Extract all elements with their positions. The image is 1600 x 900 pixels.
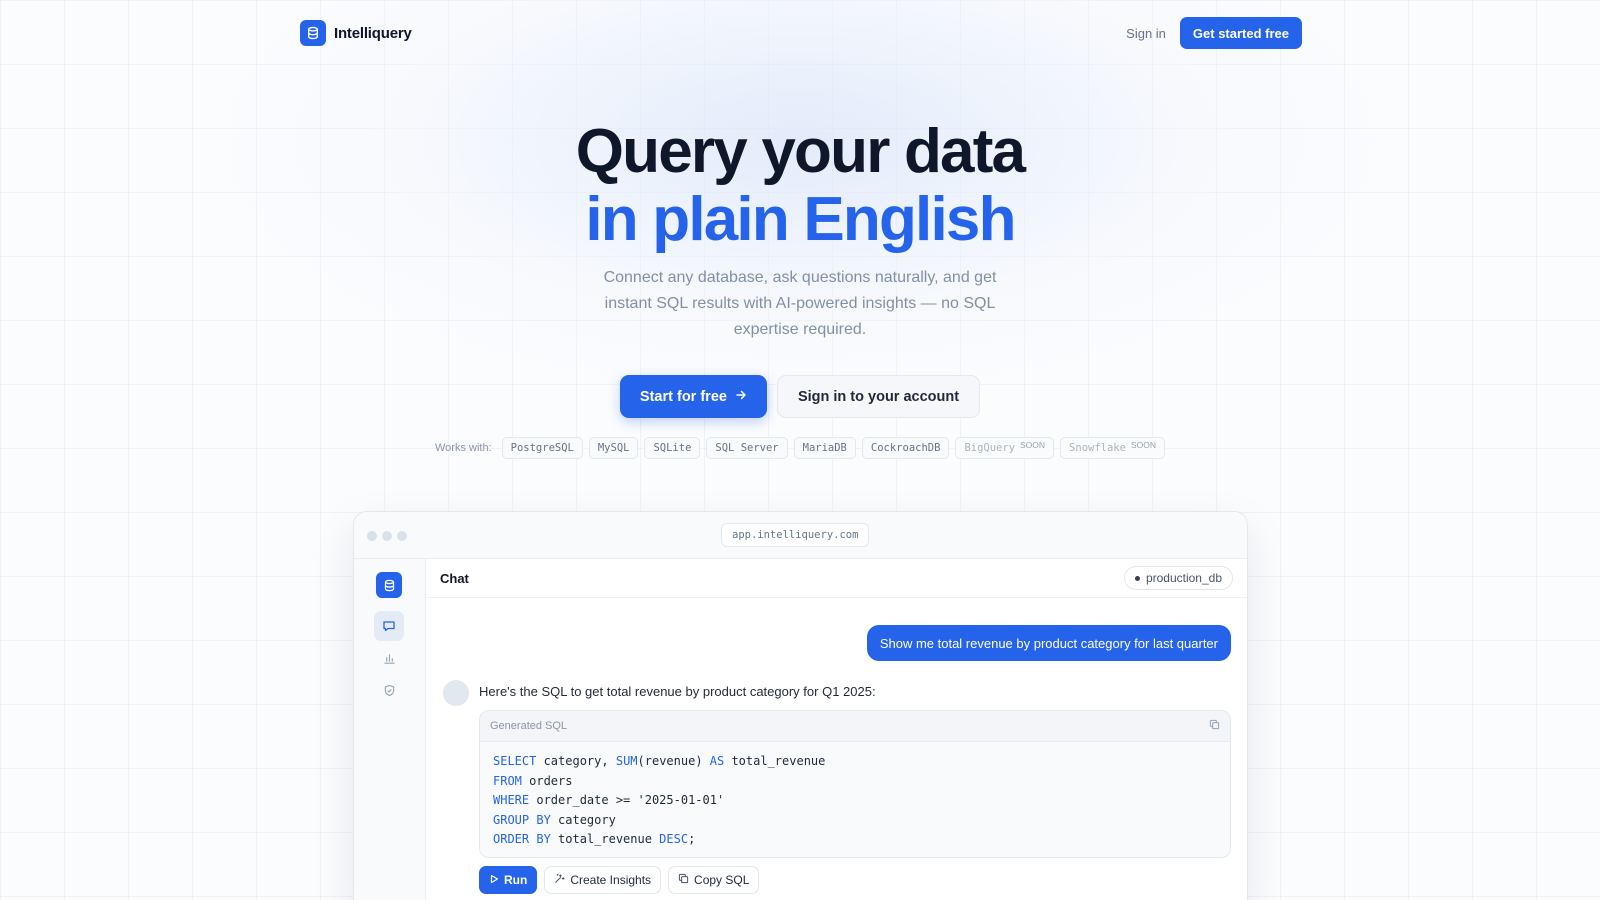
hero-subtitle: Connect any database, ask questions natu…: [603, 269, 997, 338]
top-nav: Intelliquery Sign in Get started free: [300, 16, 1302, 50]
database-tag-name: MySQL: [597, 442, 630, 454]
start-for-free-button[interactable]: Start for free: [619, 375, 767, 418]
sparkle-icon: [554, 873, 565, 887]
works-with-label: Works with:: [435, 442, 492, 454]
status-dot-icon: [1134, 575, 1140, 581]
hero-title-line2: in plain English: [585, 185, 1016, 254]
database-tag: PostgreSQL: [501, 437, 583, 459]
copy-sql-button[interactable]: Copy SQL: [668, 866, 760, 894]
generated-sql-card: Generated SQL SELECT category, SUM(reven…: [479, 710, 1231, 858]
sql-text: orders: [521, 773, 573, 788]
run-label: Run: [504, 873, 528, 887]
sign-in-account-button[interactable]: Sign in to your account: [776, 375, 981, 418]
sql-keyword: SELECT: [493, 754, 537, 768]
sql-keyword: WHERE: [493, 793, 530, 807]
copy-icon: [678, 873, 689, 887]
sql-text: ;: [688, 832, 696, 846]
create-insights-label: Create Insights: [570, 873, 652, 887]
copy-icon[interactable]: [1209, 717, 1220, 735]
sql-keyword: GROUP BY: [493, 812, 551, 827]
hero-cta-row: Start for free Sign in to your account: [0, 375, 1600, 418]
sql-line: FROM orders: [493, 772, 1217, 792]
database-tag-name: Snowflake: [1069, 442, 1126, 454]
sql-keyword: DESC: [659, 832, 689, 846]
database-selector[interactable]: production_db: [1123, 566, 1233, 590]
brand[interactable]: Intelliquery: [300, 20, 412, 46]
run-button[interactable]: Run: [479, 866, 538, 894]
assistant-avatar: [443, 680, 469, 706]
sql-text: total_revenue: [550, 832, 660, 846]
database-tag: MariaDB: [793, 437, 856, 459]
database-tag: BigQuery SOON: [955, 437, 1055, 459]
database-tag: SQLite: [644, 437, 701, 459]
start-for-free-label: Start for free: [639, 388, 727, 405]
sql-keyword: SUM: [615, 754, 638, 768]
brand-name: Intelliquery: [334, 24, 412, 42]
works-with-row: Works with: PostgreSQL MySQL SQLite SQL Ser…: [0, 437, 1600, 459]
window-dot: [367, 531, 377, 541]
sql-text: (revenue): [637, 754, 710, 768]
database-tag: MySQL: [588, 437, 639, 459]
database-tag-name: MariaDB: [802, 442, 847, 454]
database-tag: SQL Server: [706, 437, 788, 459]
play-icon: [489, 873, 499, 887]
get-started-button[interactable]: Get started free: [1179, 17, 1302, 49]
sql-keyword: AS: [709, 754, 725, 768]
window-controls: [367, 531, 407, 541]
window-dot: [382, 531, 392, 541]
sql-card-label: Generated SQL: [490, 720, 568, 732]
chat-header: Chat production_db: [426, 559, 1247, 598]
bar-chart-icon[interactable]: [374, 643, 404, 673]
sql-text: order_date >= '2025-01-01': [529, 793, 725, 807]
sql-keyword: ORDER BY: [493, 832, 551, 846]
sql-line: WHERE order_date >= '2025-01-01': [493, 791, 1217, 811]
url-bar: app.intelliquery.com: [721, 523, 870, 547]
create-insights-button[interactable]: Create Insights: [544, 866, 662, 894]
sql-line: SELECT category, SUM(revenue) AS total_r…: [493, 752, 1217, 772]
sign-in-link[interactable]: Sign in: [1126, 26, 1166, 41]
copy-sql-label: Copy SQL: [694, 873, 750, 887]
database-tag: CockroachDB: [861, 437, 950, 459]
window-dot: [397, 531, 407, 541]
sql-card-header: Generated SQL: [480, 711, 1230, 742]
hero-title-line1: Query your data: [575, 117, 1026, 186]
database-tag: Snowflake SOON: [1060, 437, 1165, 459]
database-tag-name: PostgreSQL: [510, 442, 574, 454]
chat-icon[interactable]: [374, 611, 404, 641]
arrow-right-icon: [735, 389, 747, 405]
database-tag-name: CockroachDB: [870, 442, 941, 454]
chat-panel: Chat production_db Show me total revenue…: [426, 559, 1247, 900]
window-titlebar: app.intelliquery.com: [354, 512, 1247, 559]
coming-soon-badge: SOON: [1020, 440, 1046, 450]
database-icon[interactable]: [376, 572, 402, 598]
sql-code-block: SELECT category, SUM(revenue) AS total_r…: [480, 742, 1230, 857]
sql-line: ORDER BY total_revenue DESC;: [493, 830, 1217, 850]
sql-line: GROUP BY category: [493, 811, 1217, 831]
app-sidebar: [354, 559, 426, 900]
user-message: Show me total revenue by product categor…: [866, 625, 1231, 661]
sql-text: category: [550, 812, 616, 827]
assistant-message: Here's the SQL to get total revenue by p…: [479, 684, 876, 699]
sql-actions: Run Create Insights Copy SQL: [479, 866, 760, 894]
database-tag-name: SQL Server: [715, 442, 779, 454]
sql-text: total_revenue: [724, 754, 826, 768]
sql-keyword: FROM: [493, 773, 522, 788]
database-icon: [300, 20, 326, 46]
chat-title: Chat: [440, 570, 469, 586]
shield-icon[interactable]: [374, 675, 404, 705]
database-tag-name: SQLite: [653, 442, 692, 454]
coming-soon-badge: SOON: [1130, 440, 1156, 450]
database-name: production_db: [1145, 571, 1222, 585]
database-tag-name: BigQuery: [964, 442, 1016, 454]
app-window: app.intelliquery.com Chat production_db …: [353, 511, 1248, 900]
sql-text: category,: [536, 754, 616, 768]
nav-actions: Sign in Get started free: [1126, 17, 1302, 49]
